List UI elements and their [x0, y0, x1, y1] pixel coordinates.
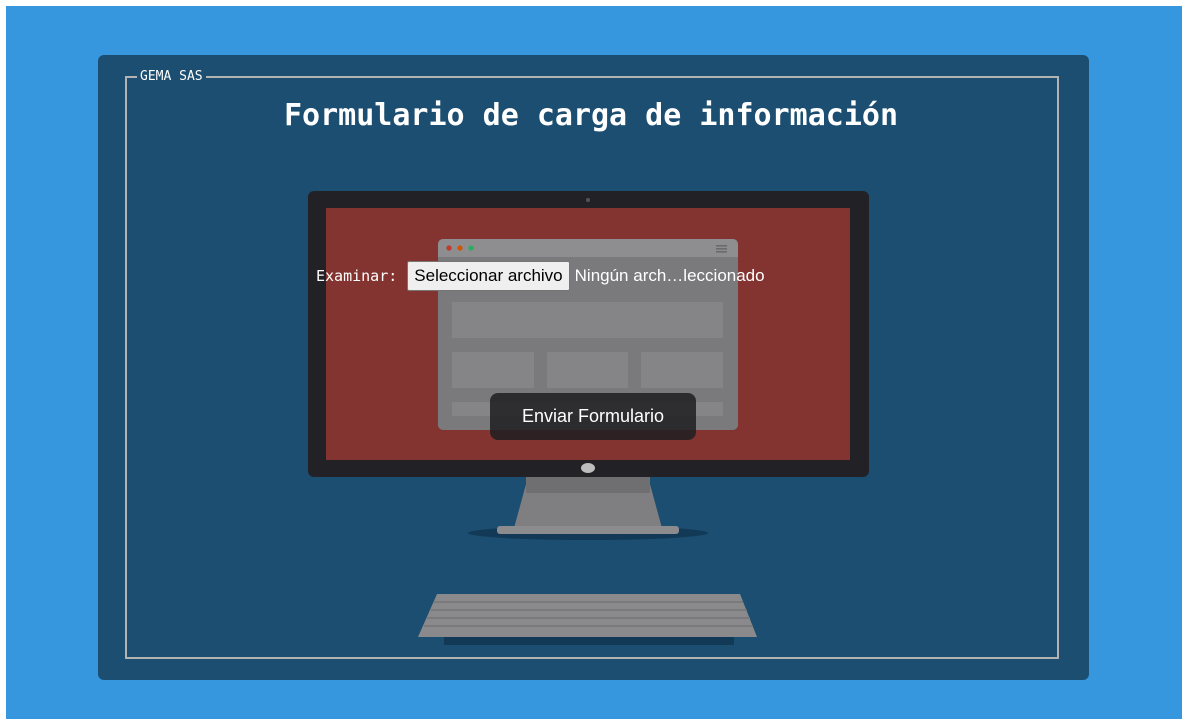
- submit-form-button[interactable]: Enviar Formulario: [490, 393, 696, 440]
- file-status-text: Ningún arch…leccionado: [574, 266, 765, 285]
- file-input-label: Examinar:: [316, 267, 398, 285]
- page-title: Formulario de carga de información: [283, 98, 899, 133]
- choose-file-button[interactable]: Seleccionar archivo: [407, 261, 570, 291]
- file-upload-row: Examinar: Seleccionar archivo Ningún arc…: [316, 261, 765, 291]
- fieldset-legend: GEMA SAS: [137, 69, 206, 85]
- form-fieldset: [125, 76, 1059, 659]
